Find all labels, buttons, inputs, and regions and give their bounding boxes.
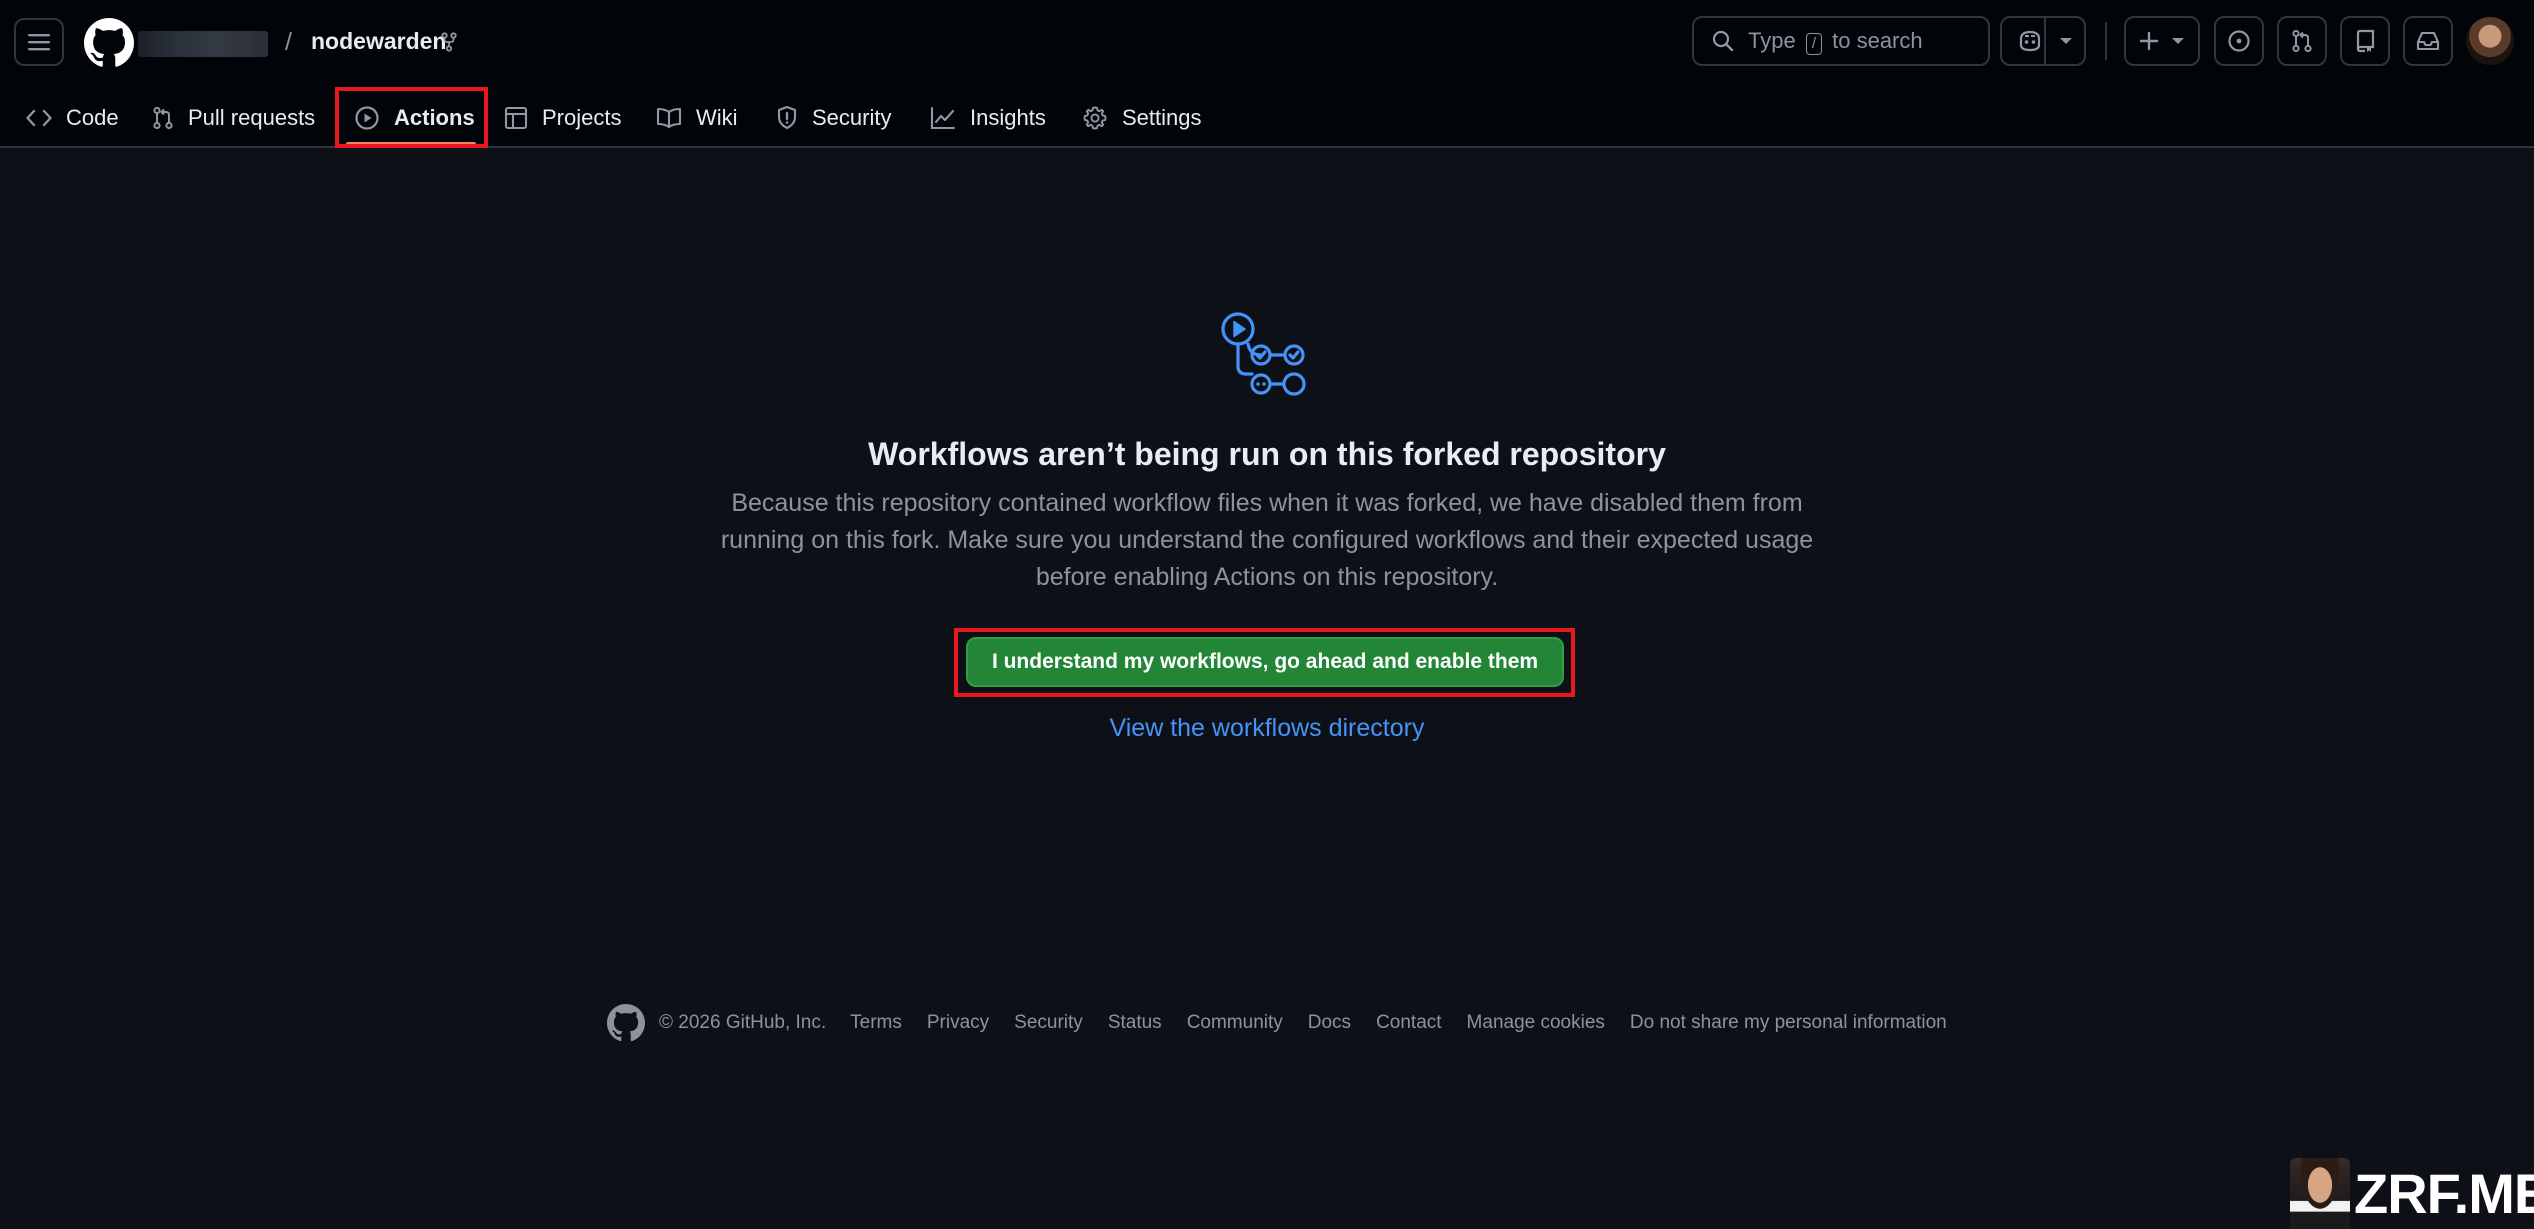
tab-actions[interactable]: Actions [354, 90, 475, 146]
copilot-icon [2019, 30, 2041, 52]
repo-name-link[interactable]: nodewarden [311, 28, 446, 55]
search-shortcut-key: / [1805, 32, 1822, 55]
workflows-link-text[interactable]: View the workflows directory [1110, 714, 1425, 742]
footer-link-docs[interactable]: Docs [1308, 1012, 1351, 1034]
view-workflows-directory-link: View the workflows directory [0, 714, 2534, 743]
tab-pull-requests[interactable]: Pull requests [152, 90, 315, 146]
footer-link-terms[interactable]: Terms [850, 1012, 902, 1034]
code-icon [26, 109, 52, 127]
enable-workflows-button[interactable]: I understand my workflows, go ahead and … [966, 637, 1564, 687]
tab-insights[interactable]: Insights [930, 90, 1046, 146]
tab-label: Actions [394, 105, 475, 130]
search-input[interactable]: Type / to search [1692, 16, 1990, 66]
issues-button[interactable] [2214, 16, 2264, 66]
hamburger-icon [28, 34, 50, 51]
book-icon [656, 107, 682, 129]
workflow-icon [1221, 312, 1306, 396]
repo-owner-redacted[interactable] [138, 31, 268, 57]
tab-label: Code [66, 105, 119, 130]
shield-icon [777, 105, 797, 130]
graph-icon [930, 106, 956, 130]
repositories-button[interactable] [2340, 16, 2390, 66]
tab-label: Projects [542, 105, 622, 130]
table-icon [504, 106, 528, 130]
tab-projects[interactable]: Projects [504, 90, 621, 146]
tab-wiki[interactable]: Wiki [656, 90, 738, 146]
search-placeholder: Type / to search [1748, 27, 1923, 55]
repo-icon [2356, 29, 2375, 53]
tab-security[interactable]: Security [776, 90, 891, 146]
active-tab-indicator [346, 142, 476, 146]
github-logo-icon[interactable] [84, 18, 134, 68]
play-icon [355, 106, 379, 130]
user-avatar[interactable] [2466, 17, 2514, 65]
tab-label: Wiki [696, 105, 738, 130]
footer-link-status[interactable]: Status [1108, 1012, 1162, 1034]
create-new-button[interactable] [2124, 16, 2200, 66]
footer-link-security[interactable]: Security [1014, 1012, 1083, 1034]
git-pull-request-icon [2292, 29, 2312, 53]
issue-opened-icon [2228, 30, 2250, 52]
plus-icon [2139, 31, 2159, 51]
footer-link-privacy[interactable]: Privacy [927, 1012, 989, 1034]
copilot-button[interactable] [2000, 16, 2086, 66]
tab-label: Insights [970, 105, 1046, 130]
copilot-split-divider [2044, 18, 2046, 64]
site-footer: © 2026 GitHub, Inc. Terms Privacy Securi… [607, 1003, 1947, 1043]
search-icon [1712, 30, 1734, 52]
page-headline: Workflows aren’t being run on this forke… [868, 436, 1666, 472]
github-mark-icon[interactable] [607, 1004, 645, 1042]
watermark-avatar [2290, 1158, 2350, 1229]
header-divider [2105, 22, 2107, 60]
footer-copyright: © 2026 GitHub, Inc. [659, 1012, 827, 1033]
inbox-icon [2416, 31, 2440, 51]
footer-link-community[interactable]: Community [1187, 1012, 1283, 1034]
footer-link-contact[interactable]: Contact [1376, 1012, 1441, 1034]
chevron-down-icon [2172, 38, 2184, 44]
footer-link-manage-cookies[interactable]: Manage cookies [1467, 1012, 1605, 1034]
chevron-down-icon[interactable] [2059, 37, 2073, 45]
gear-icon [1083, 106, 1107, 130]
repo-forked-icon [441, 32, 457, 52]
inbox-button[interactable] [2403, 16, 2453, 66]
watermark-text: ZRF.ME [2354, 1162, 2534, 1225]
tab-code[interactable]: Code [26, 90, 119, 146]
repo-path-separator: / [285, 28, 292, 56]
pull-requests-button[interactable] [2277, 16, 2327, 66]
tab-settings[interactable]: Settings [1082, 90, 1202, 146]
menu-button[interactable] [14, 18, 64, 66]
tab-label: Settings [1122, 105, 1202, 130]
footer-link-do-not-share[interactable]: Do not share my personal information [1630, 1012, 1947, 1034]
tab-label: Security [812, 105, 892, 130]
page-description: Because this repository contained workfl… [720, 489, 1814, 591]
tab-label: Pull requests [188, 105, 316, 130]
git-pull-request-icon [153, 106, 173, 130]
